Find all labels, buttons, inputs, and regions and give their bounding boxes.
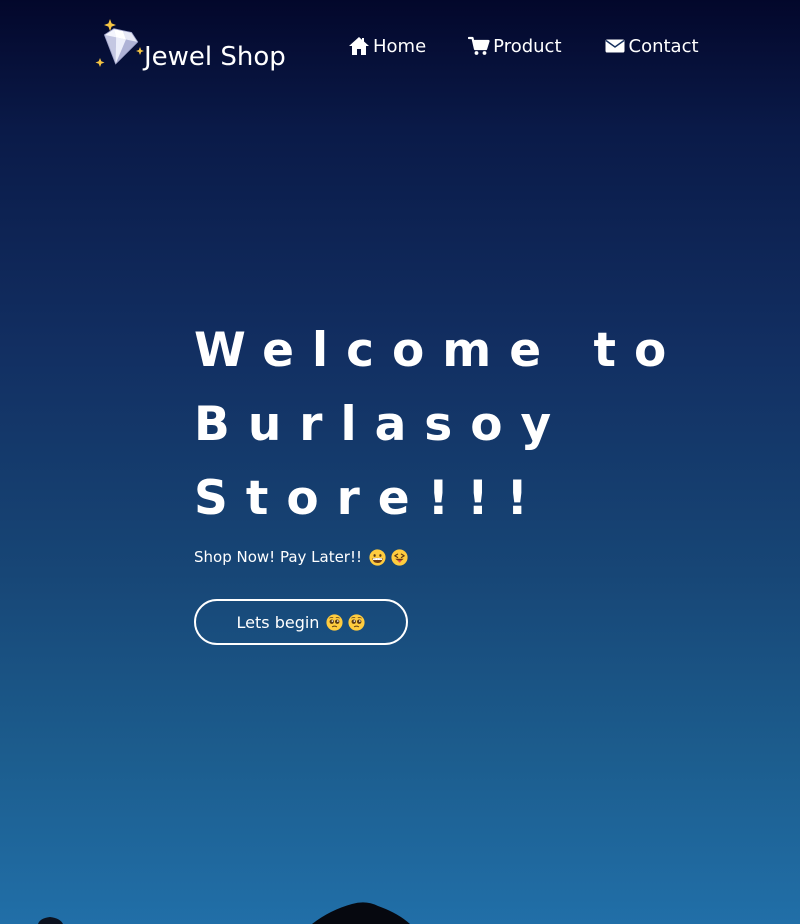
pleading-face-emoji	[326, 613, 344, 631]
tongue-out-winking-face-emoji	[391, 548, 408, 566]
hero-title-line: Burlasoy	[194, 397, 570, 452]
hero-title-line: Welcome to	[194, 323, 685, 378]
nav-item-contact-label: Contact	[628, 35, 699, 57]
cart-icon	[468, 36, 490, 55]
home-icon	[349, 37, 369, 55]
diamond-sparkles-icon	[95, 19, 144, 67]
nav-item-product[interactable]: Product	[468, 35, 562, 57]
nav-item-contact[interactable]: Contact	[604, 36, 699, 57]
hero-title-line: Store!!!	[194, 471, 546, 526]
pleading-face-emoji	[348, 613, 366, 631]
lets-begin-button[interactable]: Lets begin	[194, 599, 408, 645]
hero-section: Welcome to Burlasoy Store!!! Shop Now! P…	[194, 314, 754, 645]
nav-item-home[interactable]: Home	[348, 36, 426, 57]
brand-logo[interactable]: Jewel Shop	[92, 14, 286, 74]
envelope-icon	[605, 39, 624, 53]
nav-item-product-label: Product	[493, 35, 562, 57]
hero-background-silhouettes	[38, 902, 410, 924]
nav-item-home-label: Home	[373, 35, 427, 57]
hero-title: Welcome to Burlasoy Store!!!	[194, 314, 754, 536]
hero-subtitle-text: Shop Now! Pay Later!!	[194, 548, 363, 566]
lets-begin-button-label: Lets begin	[236, 612, 320, 632]
hero-subtitle: Shop Now! Pay Later!!	[194, 546, 754, 568]
site-header: Jewel Shop Home Product Contact	[0, 0, 800, 100]
brand-name: Jewel Shop	[144, 42, 286, 72]
grinning-face-emoji	[369, 548, 386, 566]
main-nav: Home Product Contact	[348, 30, 699, 62]
